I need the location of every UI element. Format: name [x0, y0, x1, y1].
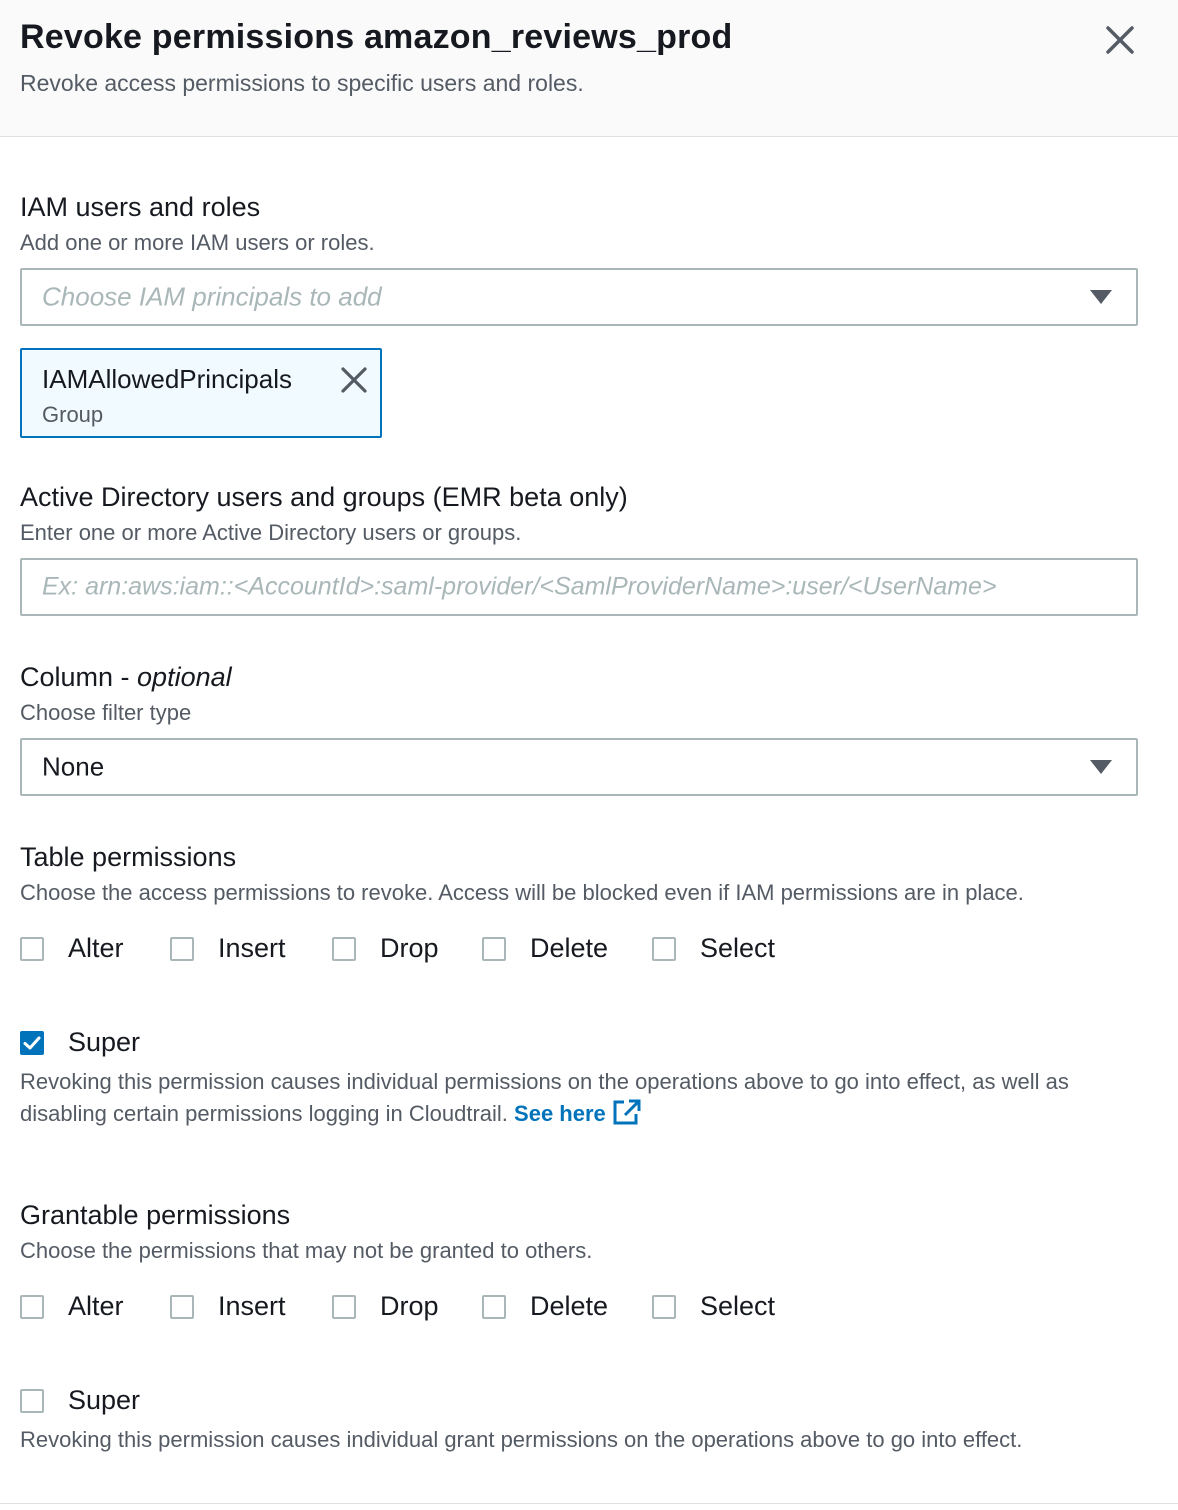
modal-title: Revoke permissions amazon_reviews_prod: [20, 18, 733, 56]
column-filter-value: None: [42, 751, 105, 782]
checkmark-icon: [23, 1036, 41, 1049]
checkbox-label: Delete: [530, 933, 609, 963]
iam-description: Add one or more IAM users or roles.: [20, 230, 375, 255]
see-here-link-text: See here: [514, 1101, 606, 1126]
checkbox-label: Select: [700, 1291, 776, 1321]
caret-down-icon: [1090, 290, 1112, 304]
checkbox[interactable]: [20, 936, 44, 961]
checkbox-label: Select: [700, 933, 776, 963]
checkbox[interactable]: [482, 936, 506, 961]
table-permission-drop[interactable]: Drop: [332, 933, 439, 964]
grantable-permission-super[interactable]: Super: [20, 1385, 140, 1416]
iam-principals-select[interactable]: Choose IAM principals to add: [20, 268, 1138, 326]
caret-down-icon: [1090, 760, 1112, 774]
checkbox[interactable]: [20, 1388, 44, 1413]
table-permission-super[interactable]: Super: [20, 1027, 140, 1058]
close-icon: [1106, 26, 1134, 54]
checkbox[interactable]: [652, 936, 676, 961]
table-permissions-label: Table permissions: [20, 842, 237, 872]
column-label-text: Column -: [20, 662, 138, 692]
active-directory-input[interactable]: Ex: arn:aws:iam::<AccountId>:saml-provid…: [20, 558, 1138, 616]
column-filter-select[interactable]: None: [20, 738, 1138, 796]
grantable-permission-delete[interactable]: Delete: [482, 1291, 608, 1322]
grantable-permissions-label: Grantable permissions: [20, 1200, 291, 1230]
divider: [0, 1503, 1178, 1504]
checkbox-label: Drop: [380, 1291, 439, 1321]
table-permission-alter[interactable]: Alter: [20, 933, 124, 964]
iam-label: IAM users and roles: [20, 192, 261, 222]
table-permission-delete[interactable]: Delete: [482, 933, 608, 964]
grantable-permission-drop[interactable]: Drop: [332, 1291, 439, 1322]
selected-principal-token: IAMAllowedPrincipals Group: [20, 348, 382, 438]
checkbox[interactable]: [170, 936, 194, 961]
checkbox[interactable]: [652, 1294, 676, 1319]
table-permission-insert[interactable]: Insert: [170, 933, 286, 964]
checkbox-label: Delete: [530, 1291, 609, 1321]
table-permissions-description: Choose the access permissions to revoke.…: [20, 880, 1024, 905]
checkbox[interactable]: [20, 1294, 44, 1319]
checkbox-label: Alter: [68, 933, 124, 963]
see-here-link[interactable]: See here: [514, 1099, 642, 1126]
checkbox[interactable]: [170, 1294, 194, 1319]
checkbox-label: Super: [68, 1027, 141, 1057]
checkbox-label: Insert: [218, 1291, 286, 1321]
token-type: Group: [42, 402, 104, 427]
external-link-icon: [613, 1099, 641, 1125]
modal-subtitle: Revoke access permissions to specific us…: [20, 70, 584, 96]
modal-header: Revoke permissions amazon_reviews_prod R…: [0, 0, 1178, 137]
remove-token-icon: [341, 367, 367, 393]
checkbox[interactable]: [332, 1294, 356, 1319]
column-label: Column - optional: [20, 662, 232, 693]
iam-principals-placeholder: Choose IAM principals to add: [42, 281, 382, 312]
checkbox-checked[interactable]: [20, 1030, 44, 1055]
column-description: Choose filter type: [20, 700, 192, 725]
close-button[interactable]: [1100, 20, 1140, 60]
grantable-permissions-description: Choose the permissions that may not be g…: [20, 1238, 593, 1263]
active-directory-label: Active Directory users and groups (EMR b…: [20, 482, 628, 512]
column-label-optional: optional: [137, 662, 232, 692]
table-permission-select[interactable]: Select: [652, 933, 775, 964]
grantable-permission-select[interactable]: Select: [652, 1291, 775, 1322]
checkbox-label: Drop: [380, 933, 439, 963]
checkbox[interactable]: [332, 936, 356, 961]
table-super-help: Revoking this permission causes individu…: [20, 1066, 1140, 1130]
token-name: IAMAllowedPrincipals: [42, 364, 292, 394]
remove-token-button[interactable]: [338, 364, 370, 396]
grantable-permission-alter[interactable]: Alter: [20, 1291, 124, 1322]
active-directory-placeholder: Ex: arn:aws:iam::<AccountId>:saml-provid…: [42, 572, 997, 601]
checkbox[interactable]: [482, 1294, 506, 1319]
checkbox-label: Super: [68, 1385, 141, 1415]
grantable-permission-insert[interactable]: Insert: [170, 1291, 286, 1322]
active-directory-description: Enter one or more Active Directory users…: [20, 520, 522, 545]
checkbox-label: Insert: [218, 933, 286, 963]
grantable-super-help: Revoking this permission causes individu…: [20, 1427, 1023, 1452]
checkbox-label: Alter: [68, 1291, 124, 1321]
